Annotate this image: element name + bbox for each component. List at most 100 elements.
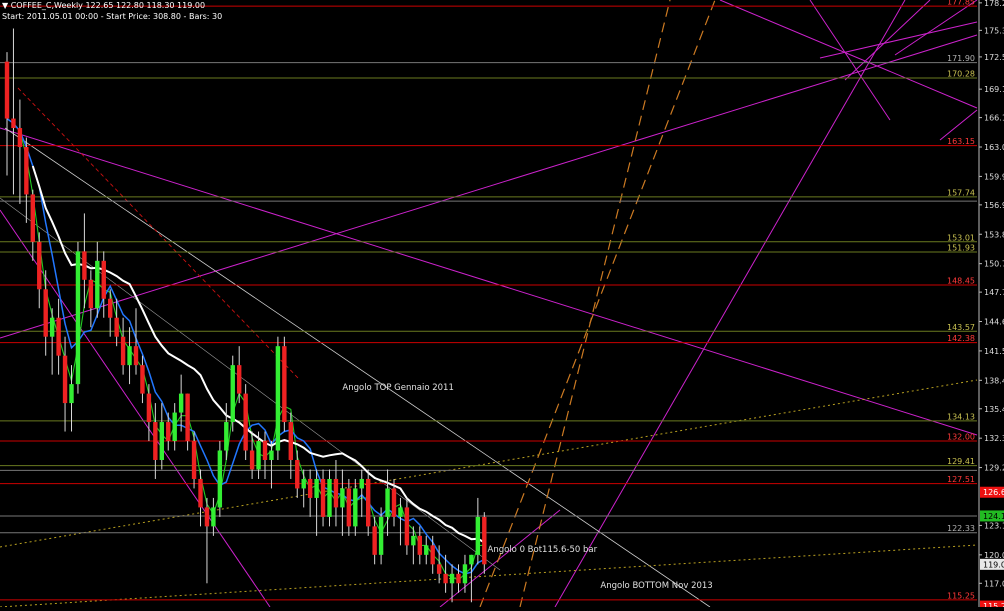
candle-body <box>275 346 281 451</box>
candle <box>417 526 422 565</box>
candle-body <box>140 365 145 394</box>
candle-body <box>237 365 242 394</box>
y-tick-label: 120.0 <box>984 551 1004 560</box>
annotation-label: Angolo 0 Bot115.6-50 bar <box>488 545 598 555</box>
candle-body <box>198 478 203 508</box>
candle <box>307 469 313 517</box>
candle-body <box>120 336 126 366</box>
dotted-line <box>0 379 978 548</box>
candle-body <box>256 441 261 470</box>
level-label: 132.00 <box>947 433 975 442</box>
level-label: 148.45 <box>947 277 975 286</box>
candle <box>56 298 61 375</box>
candle <box>17 99 23 204</box>
candle-body <box>449 573 455 584</box>
candle <box>385 469 390 536</box>
candle-body <box>327 478 332 517</box>
candle-body <box>398 507 403 517</box>
candle-body <box>243 393 248 451</box>
candle-body <box>133 346 139 366</box>
candle <box>101 251 106 318</box>
candle-body <box>172 412 177 442</box>
angle-line <box>809 0 891 121</box>
y-tick-label: 147.7 <box>984 288 1004 297</box>
candle-body <box>37 241 42 290</box>
candle-body <box>249 450 255 470</box>
candle-body <box>372 526 377 555</box>
candle <box>75 241 81 394</box>
candle-body <box>230 365 235 423</box>
candle-body <box>404 507 410 546</box>
annotation-label: Angolo TOP Gennaio 2011 <box>342 383 453 393</box>
candle-body <box>462 564 468 584</box>
level-label: 129.41 <box>947 457 975 466</box>
candle <box>340 469 345 536</box>
price-chart[interactable]: 177.85 171.90 170.28 163.15 157.74 153.01 151.… <box>0 0 1004 611</box>
candle-body <box>366 478 371 527</box>
candle <box>82 213 87 309</box>
y-tick-label: 141.5 <box>984 347 1004 356</box>
candle <box>295 450 300 498</box>
candle-body <box>385 488 390 517</box>
candle-body <box>24 147 29 195</box>
price-badge-label: 115.2 <box>983 602 1004 607</box>
candle <box>49 308 55 375</box>
candle <box>191 431 197 489</box>
candle <box>262 431 268 479</box>
candle <box>127 327 132 385</box>
candle-body <box>424 545 429 555</box>
candle <box>359 469 364 517</box>
candle-body <box>224 422 229 451</box>
candle <box>37 232 42 309</box>
level-label: 157.74 <box>947 188 975 197</box>
candle <box>62 336 68 432</box>
angle-line <box>719 0 978 109</box>
candle-body <box>95 260 100 309</box>
candle-body <box>211 507 216 527</box>
candle-body <box>282 346 287 423</box>
candle-body <box>456 573 461 584</box>
candle <box>185 393 190 451</box>
candle <box>4 52 10 176</box>
candle-body <box>411 535 416 546</box>
y-tick-label: 132.3 <box>984 434 1004 443</box>
candle-body <box>127 346 132 366</box>
candle <box>366 469 371 536</box>
candle <box>204 497 210 584</box>
candle-body <box>114 317 119 337</box>
candle <box>469 554 474 603</box>
y-tick-label: 166.1 <box>984 114 1004 123</box>
candle-body <box>30 194 35 242</box>
candle-body <box>307 478 313 498</box>
y-tick-label: 123.1 <box>984 521 1004 530</box>
candle-body <box>443 573 448 584</box>
level-label: 142.38 <box>947 334 975 343</box>
candle-body <box>153 422 158 460</box>
y-tick-label: 150.7 <box>984 260 1004 269</box>
chart-canvas[interactable]: 177.85 171.90 170.28 163.15 157.74 153.01151.… <box>0 0 1004 611</box>
candle-body <box>17 128 23 148</box>
level-label: 163.15 <box>947 137 975 146</box>
candle-body <box>185 393 190 442</box>
level-label: 151.93 <box>947 243 975 252</box>
candle-body <box>178 393 184 413</box>
candle <box>282 336 287 432</box>
candle <box>424 535 429 565</box>
candle <box>30 189 35 261</box>
y-tick-label: 178.2 <box>984 0 1004 8</box>
y-tick-label: 144.6 <box>984 318 1004 327</box>
candle <box>404 497 410 555</box>
candle-body <box>56 317 61 356</box>
candle-body <box>11 118 16 129</box>
candle <box>198 469 203 527</box>
horizontal-levels: 177.85 171.90 170.28 163.15 157.74 153.01151.… <box>0 0 977 601</box>
candle-body <box>101 260 106 299</box>
candle <box>24 137 29 223</box>
candle-body <box>75 251 81 385</box>
candle-body <box>217 450 223 508</box>
candle <box>230 355 235 432</box>
angle-line <box>0 34 978 339</box>
annotation-label: Angolo BOTTOM Nov 2013 <box>600 581 712 591</box>
triangle-down-icon[interactable]: ▼ <box>2 1 8 10</box>
level-label: 122.33 <box>947 524 975 533</box>
